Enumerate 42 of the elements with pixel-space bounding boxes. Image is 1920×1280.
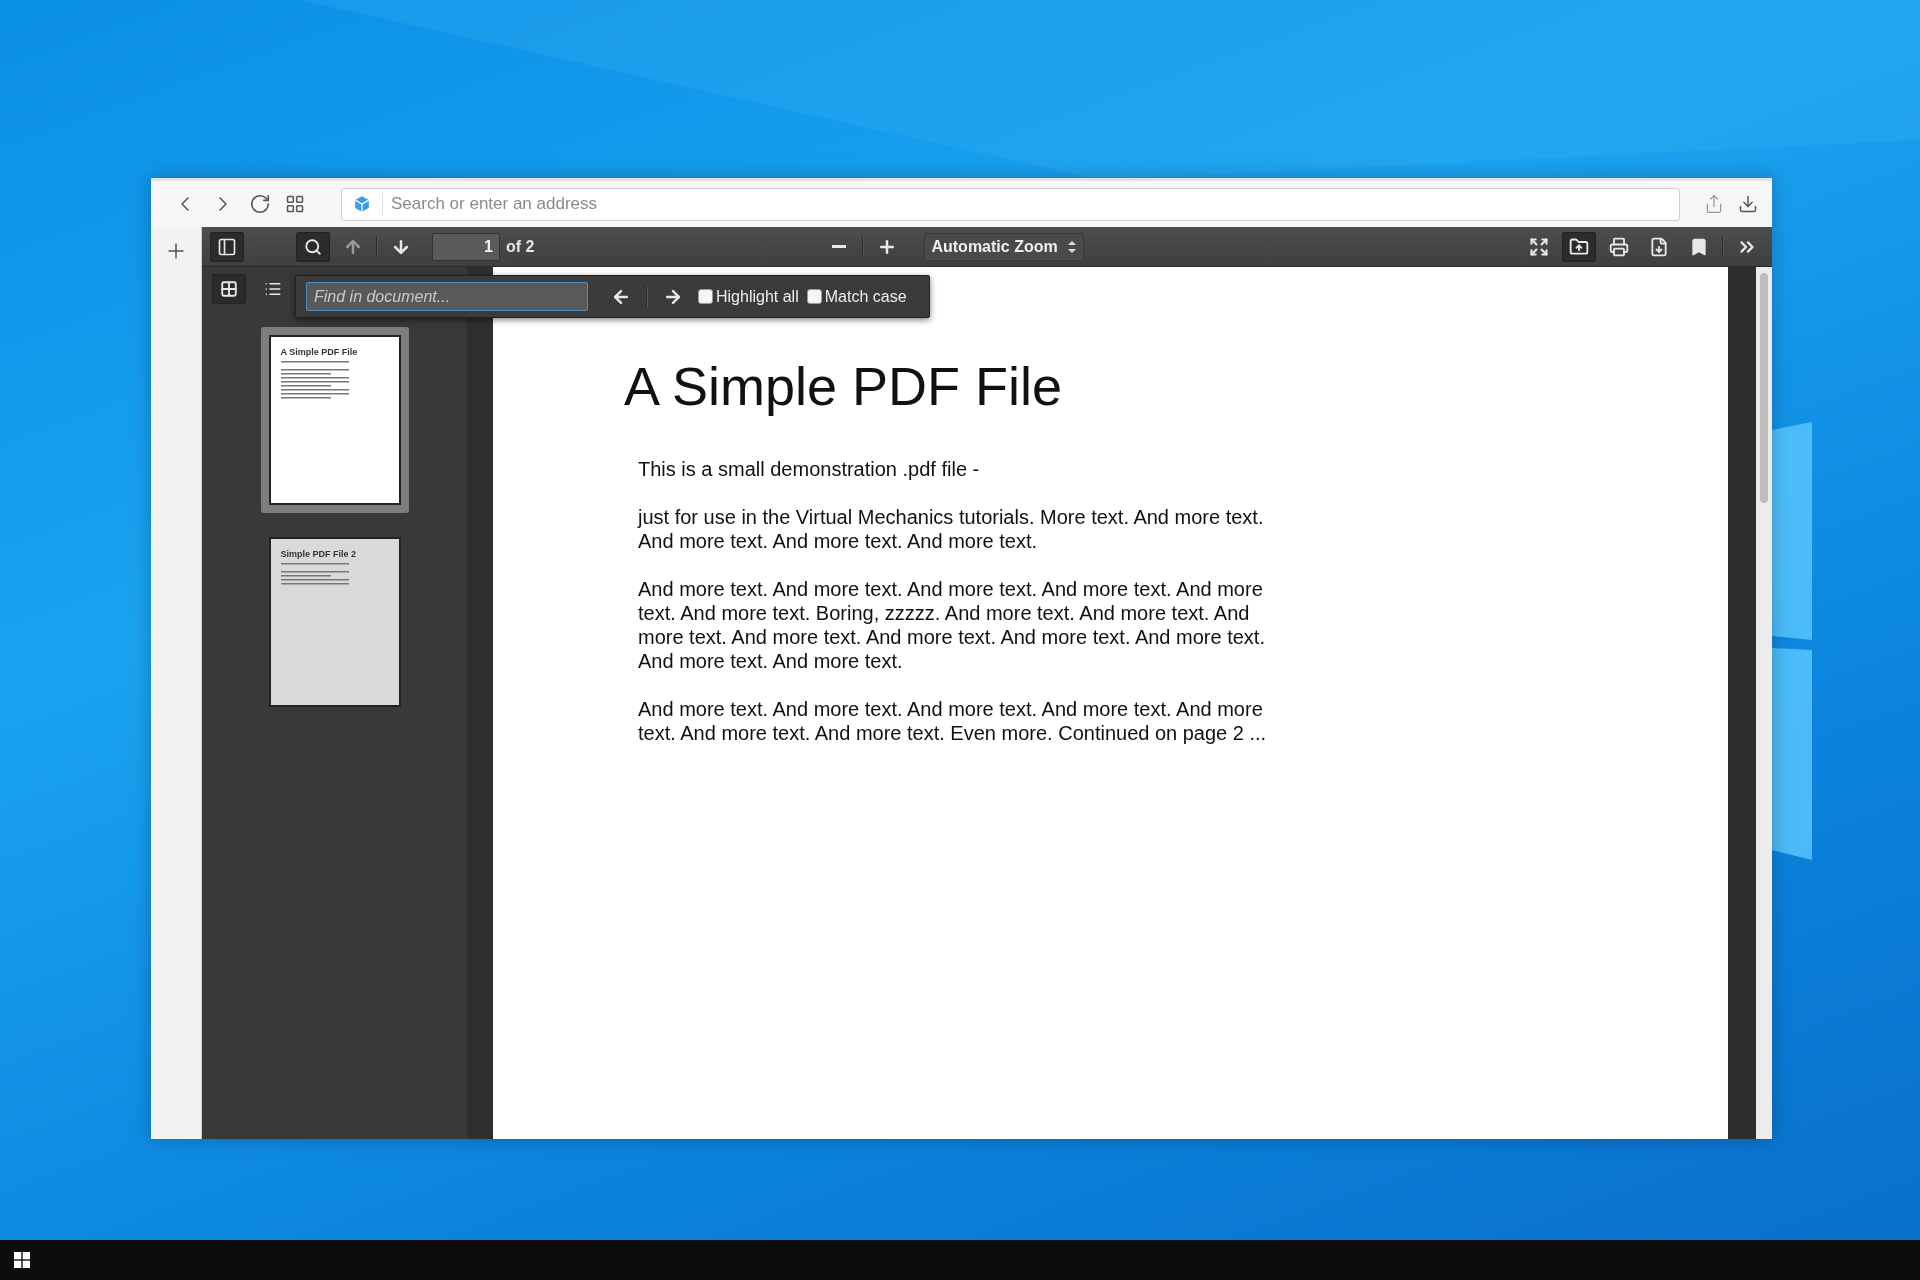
page-thumbnail[interactable]: A Simple PDF File [260,327,409,513]
reload-icon [249,193,271,215]
search-button[interactable] [296,231,330,262]
cube-icon [352,194,372,214]
bookmark-icon [1689,236,1709,257]
fullscreen-icon [1529,236,1549,257]
zoom-out-icon [831,245,846,248]
windows-start-icon[interactable] [14,1252,30,1268]
print-icon [1609,236,1629,257]
save-icon [1649,236,1669,257]
checkbox[interactable] [698,289,713,304]
zoom-select[interactable]: Automatic Zoom [923,232,1084,261]
document-title: A Simple PDF File [624,355,1064,417]
tabs-icon [285,194,305,214]
download-icon [1738,194,1758,214]
find-option[interactable]: Match case [806,287,907,306]
open-file-button[interactable] [1562,231,1596,262]
sidebar-toggle-button[interactable] [210,231,244,262]
find-option[interactable]: Highlight all [698,287,799,306]
page-number-field[interactable]: 1 [432,232,500,261]
share-icon [1704,194,1724,214]
paragraph: just for use in the Virtual Mechanics tutorials. More text. And more text. And more text. And more text. And more text. [638,505,1265,553]
page-count: of 2 [506,237,535,256]
checkbox[interactable] [806,289,822,304]
paragraph: This is a small demonstration .pdf file - [638,457,981,481]
address-bar[interactable]: Search or enter an address [341,187,1680,221]
thumbnail-title: A Simple PDF File [280,347,359,357]
sort-arrows-icon [1067,240,1076,253]
find-field[interactable]: Find in document... [306,282,588,311]
open-file-icon [1569,236,1589,257]
paragraph: And more text. And more text. And more text. And more text. And more text. And more text. Boring, zzzzz. And more text. And more text. And more text. And more text. And more text. And more text. And more text. And more text. And more text. [638,577,1266,673]
sidebar-view-tab[interactable] [212,273,246,304]
download-button[interactable] [1738,194,1758,214]
scrollbar-thumb[interactable] [1760,273,1768,503]
thumbnail-title: Simple PDF File 2 [280,549,358,559]
share-button[interactable] [1704,194,1724,214]
grid-icon [220,279,238,298]
reload-button[interactable] [249,193,271,215]
paragraph: And more text. And more text. And more text. And more text. And more text. And more text. And more text. Even more. Continued on page 2 ... [638,697,1268,745]
search-icon [304,237,322,256]
sidebar-toggle-icon [217,236,237,257]
tabs-button[interactable] [285,194,305,214]
